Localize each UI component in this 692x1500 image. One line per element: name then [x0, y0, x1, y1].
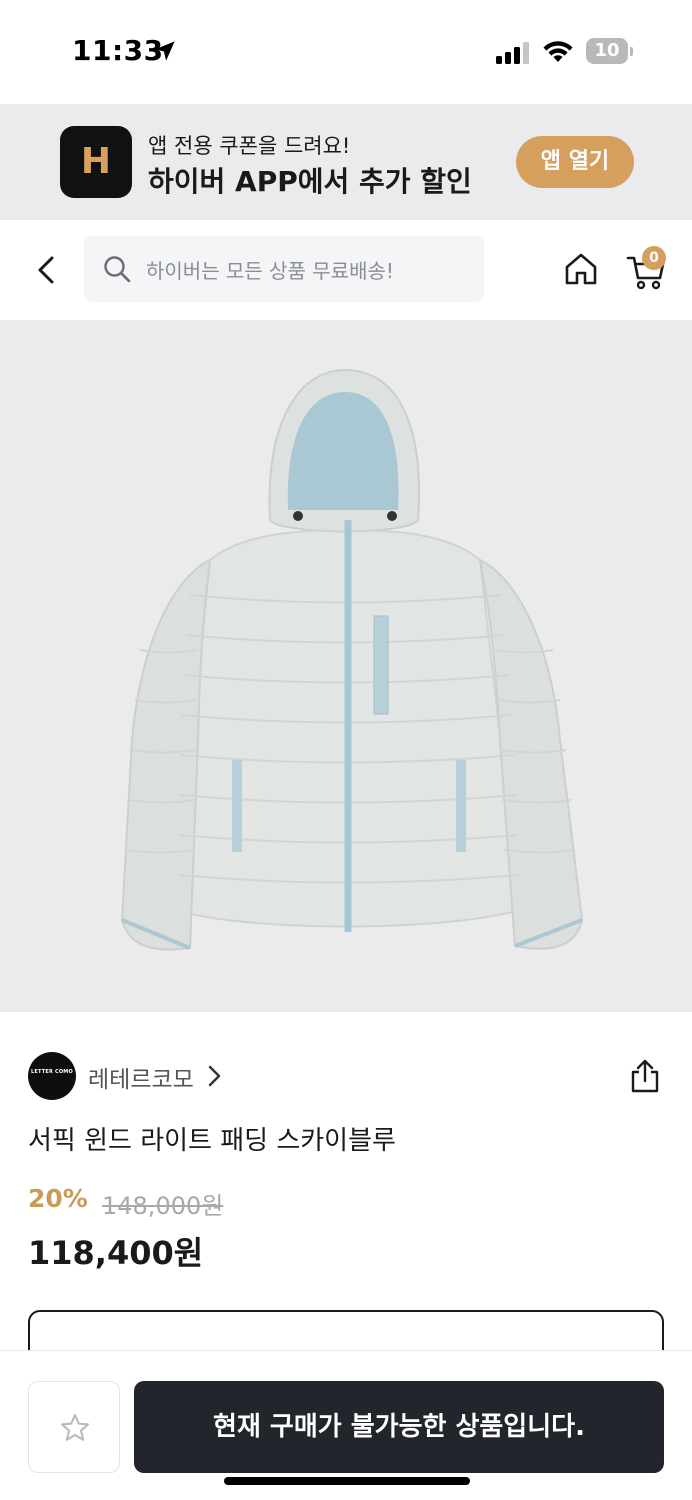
- status-time: 11:33: [72, 34, 164, 67]
- sale-price: 118,400원: [28, 1234, 204, 1272]
- down-jacket-illustration: [120, 368, 584, 951]
- open-app-button[interactable]: 앱 열기: [516, 136, 634, 188]
- app-logo-letter: H: [80, 141, 112, 182]
- location-arrow-icon: [155, 41, 175, 61]
- cart-count-badge: 0: [642, 246, 666, 270]
- discount-rate: 20%: [28, 1184, 88, 1213]
- battery-level: 10: [594, 40, 620, 61]
- battery-indicator: 10: [586, 38, 633, 66]
- wishlist-button[interactable]: [28, 1381, 120, 1473]
- product-image[interactable]: [0, 320, 692, 1012]
- chevron-right-icon: [208, 1065, 221, 1087]
- home-icon[interactable]: [562, 250, 600, 288]
- cellular-signal-icon: [496, 42, 529, 64]
- banner-coupon-text: 앱 전용 쿠폰을 드려요!: [148, 134, 351, 158]
- search-input[interactable]: 하이버는 모든 상품 무료배송!: [84, 236, 484, 302]
- app-logo: H: [60, 126, 132, 198]
- wifi-icon: [543, 41, 573, 62]
- purchase-unavailable-button[interactable]: 현재 구매가 불가능한 상품입니다.: [134, 1381, 664, 1473]
- status-bar: 11:33 10: [0, 0, 692, 104]
- product-name: 서픽 윈드 라이트 패딩 스카이블루: [28, 1126, 396, 1156]
- bottom-action-bar: 현재 구매가 불가능한 상품입니다.: [0, 1350, 692, 1500]
- search-icon: [104, 256, 131, 283]
- back-arrow-icon[interactable]: [28, 250, 64, 290]
- brand-row[interactable]: LETTER COMO 레테르코모: [28, 1050, 664, 1100]
- brand-name[interactable]: 레테르코모: [88, 1060, 194, 1094]
- original-price: 148,000원: [102, 1192, 224, 1220]
- brand-logo-text: LETTER COMO: [31, 1069, 73, 1075]
- star-icon: [61, 1414, 89, 1441]
- search-placeholder: 하이버는 모든 상품 무료배송!: [146, 259, 394, 283]
- home-indicator: [224, 1477, 470, 1485]
- banner-discount-text: 하이버 APP에서 추가 할인: [148, 165, 472, 198]
- app-download-banner[interactable]: H 앱 전용 쿠폰을 드려요! 하이버 APP에서 추가 할인 앱 열기: [0, 104, 692, 326]
- share-icon[interactable]: [628, 1058, 662, 1094]
- brand-logo: LETTER COMO: [28, 1052, 76, 1100]
- nav-header: 하이버는 모든 상품 무료배송! 0: [0, 220, 692, 320]
